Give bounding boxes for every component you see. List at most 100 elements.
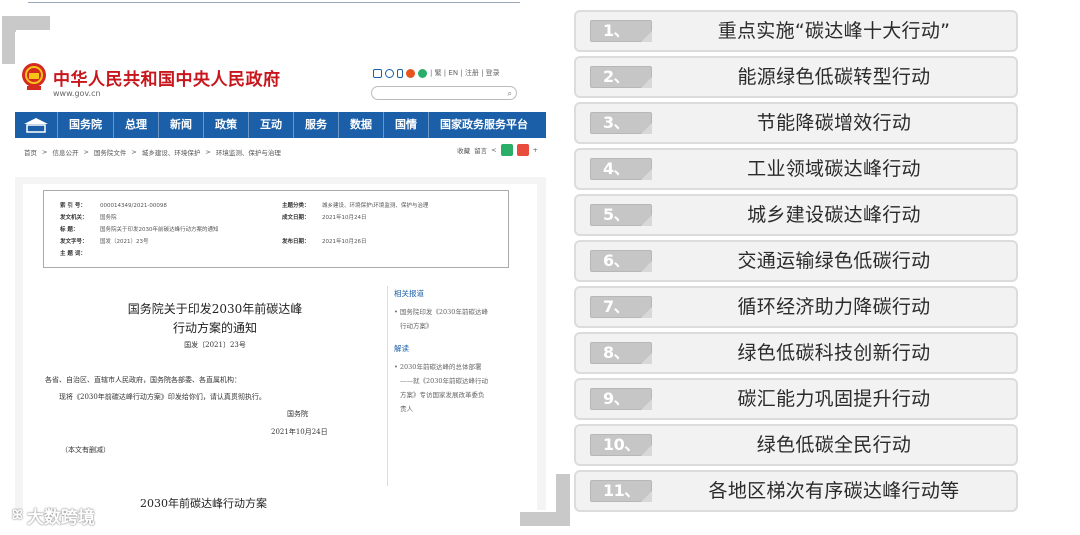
action-number: 9、 [590, 388, 652, 410]
nav-item-state-council[interactable]: 国务院 [57, 112, 113, 138]
plus-icon[interactable]: + [533, 146, 538, 154]
favorite-link[interactable]: 收藏 [457, 145, 470, 155]
nav-item-policy[interactable]: 政策 [203, 112, 248, 138]
breadcrumb-sep: > [205, 148, 211, 156]
action-label: 能源绿色低碳转型行动 [737, 66, 931, 88]
action-number: 10、 [590, 434, 652, 456]
meta-value: 城乡建设、环境保护\环境监测、保护与治理 [322, 203, 429, 209]
meta-value: 国发〔2021〕23号 [100, 239, 149, 245]
lang-login-links[interactable]: | 繁 | EN | 注册 | 登录 [430, 68, 500, 78]
interpretation-line: 责人 [400, 405, 413, 413]
action-item: 10、 绿色低碳全民行动 [574, 424, 1018, 466]
action-label: 交通运输绿色低碳行动 [737, 250, 931, 272]
action-label: 重点实施“碳达峰十大行动” [717, 20, 951, 42]
document-metadata-table: 索 引 号： 000014349/2021-00098 主题分类： 城乡建设、环境保… [43, 190, 509, 268]
header-tools: | 繁 | EN | 注册 | 登录 [373, 68, 500, 78]
document-paragraph: 现将《2030年前碳达峰行动方案》印发给你们，请认真贯彻执行。 [59, 393, 266, 401]
interpretation-line: ——就《2030年前碳达峰行动 [400, 377, 489, 385]
weibo-icon[interactable] [406, 68, 415, 78]
meta-key: 索 引 号： [60, 203, 86, 209]
action-item: 2、 能源绿色低碳转型行动 [574, 56, 1018, 98]
breadcrumb-info[interactable]: 信息公开 [52, 147, 78, 157]
site-url: www.gov.cn [53, 89, 101, 98]
wechat-share-icon[interactable] [500, 144, 513, 156]
action-item: 4、 工业领域碳达峰行动 [574, 148, 1018, 190]
wechat-icon[interactable] [418, 68, 427, 78]
action-item: 8、 绿色低碳科技创新行动 [574, 332, 1018, 374]
breadcrumb-docs[interactable]: 国务院文件 [94, 147, 127, 157]
search-input[interactable]: ⌕ [371, 86, 517, 100]
action-item: 11、 各地区梯次有序碳达峰行动等 [574, 470, 1018, 512]
interpretation-heading: 解读 [394, 344, 409, 353]
building-icon[interactable] [15, 112, 57, 138]
mail-icon[interactable] [373, 68, 382, 78]
action-number: 6、 [590, 250, 652, 272]
action-item: 9、 碳汇能力巩固提升行动 [574, 378, 1018, 420]
meta-key: 成文日期： [282, 215, 310, 221]
document-date: 2021年10月24日 [271, 428, 328, 436]
main-nav: 国务院 总理 新闻 政策 互动 服务 数据 国情 国家政务服务平台 [15, 112, 546, 138]
breadcrumb-home[interactable]: 首页 [24, 147, 37, 157]
interpretation-line: • 2030年前碳达峰的总体部署 [394, 363, 482, 371]
message-link[interactable]: 留言 [474, 145, 487, 155]
nav-item-service[interactable]: 服务 [293, 112, 338, 138]
weibo-share-icon[interactable] [516, 144, 529, 156]
site-title[interactable]: 中华人民共和国中央人民政府 [53, 65, 281, 90]
meta-key: 标 题： [60, 227, 79, 233]
nav-item-premier[interactable]: 总理 [113, 112, 158, 138]
watermark-text: 大数跨境 [26, 508, 95, 528]
nav-item-gov-service-platform[interactable]: 国家政务服务平台 [428, 112, 539, 138]
corner-bracket-bottom-right [520, 474, 570, 526]
action-item: 1、 重点实施“碳达峰十大行动” [574, 10, 1018, 52]
nav-item-data[interactable]: 数据 [338, 112, 383, 138]
meta-key: 发文字号： [60, 239, 88, 245]
search-icon[interactable]: ⌕ [508, 89, 512, 99]
action-label: 城乡建设碳达峰行动 [747, 204, 921, 226]
document-title-line: 行动方案的通知 [172, 321, 257, 335]
action-item: 5、 城乡建设碳达峰行动 [574, 194, 1018, 236]
meta-key: 发文机关： [60, 215, 88, 221]
nav-item-national-info[interactable]: 国情 [383, 112, 428, 138]
mobile-icon[interactable] [397, 68, 403, 78]
meta-key: 主题分类： [282, 203, 310, 209]
nav-item-news[interactable]: 新闻 [158, 112, 203, 138]
gov-website-screenshot: 中华人民共和国中央人民政府 www.gov.cn | 繁 | EN | 注册 |… [15, 32, 546, 510]
share-tools: 收藏 留言 < + [457, 144, 538, 156]
action-number: 8、 [590, 342, 652, 364]
action-number: 3、 [590, 112, 652, 134]
nav-item-interaction[interactable]: 互动 [248, 112, 293, 138]
breadcrumb-sep: > [83, 148, 89, 156]
meta-value: 国务院 [100, 215, 117, 221]
breadcrumb-env[interactable]: 环境监测、保护与治理 [216, 147, 281, 157]
meta-value: 2021年10月26日 [322, 239, 367, 245]
action-label: 绿色低碳科技创新行动 [737, 342, 931, 364]
breadcrumb-sep: > [131, 148, 137, 156]
action-number: 7、 [590, 296, 652, 318]
action-label: 绿色低碳全民行动 [756, 434, 912, 456]
action-label: 各地区梯次有序碳达峰行动等 [708, 480, 960, 502]
document-note: （本文有删减） [61, 446, 110, 454]
interpretation-link[interactable]: • 2030年前碳达峰的总体部署 ——就《2030年前碳达峰行动 方案》专访国家… [394, 360, 537, 416]
share-icon[interactable]: < [491, 146, 496, 154]
meta-value: 国务院关于印发2030年前碳达峰行动方案的通知 [100, 227, 219, 233]
meta-key: 主 题 词： [60, 251, 86, 257]
related-link-line: • 国务院印发《2030年前碳达峰 [394, 308, 488, 316]
related-link[interactable]: • 国务院印发《2030年前碳达峰 行动方案》 [394, 305, 537, 333]
related-heading: 相关报道 [394, 289, 424, 298]
action-item: 3、 节能降碳增效行动 [574, 102, 1018, 144]
action-number: 11、 [590, 480, 652, 502]
action-item: 7、 循环经济助力降碳行动 [574, 286, 1018, 328]
action-label: 碳汇能力巩固提升行动 [737, 388, 931, 410]
breadcrumb-urban[interactable]: 城乡建设、环境保护 [142, 147, 201, 157]
gov-header: 中华人民共和国中央人民政府 www.gov.cn | 繁 | EN | 注册 |… [15, 32, 546, 110]
action-label: 工业领域碳达峰行动 [747, 158, 921, 180]
breadcrumb-sep: > [42, 148, 48, 156]
meta-value: 2021年10月24日 [322, 215, 367, 221]
app-icon[interactable] [385, 68, 394, 78]
watermark-logo-icon: ꕤ [12, 508, 23, 523]
document-paragraph: 各省、自治区、直辖市人民政府，国务院各部委、各直属机构： [45, 376, 241, 384]
document-title-line: 国务院关于印发2030年前碳达峰 [127, 302, 303, 316]
meta-value: 000014349/2021-00098 [100, 203, 167, 209]
action-number: 2、 [590, 66, 652, 88]
action-number: 5、 [590, 204, 652, 226]
